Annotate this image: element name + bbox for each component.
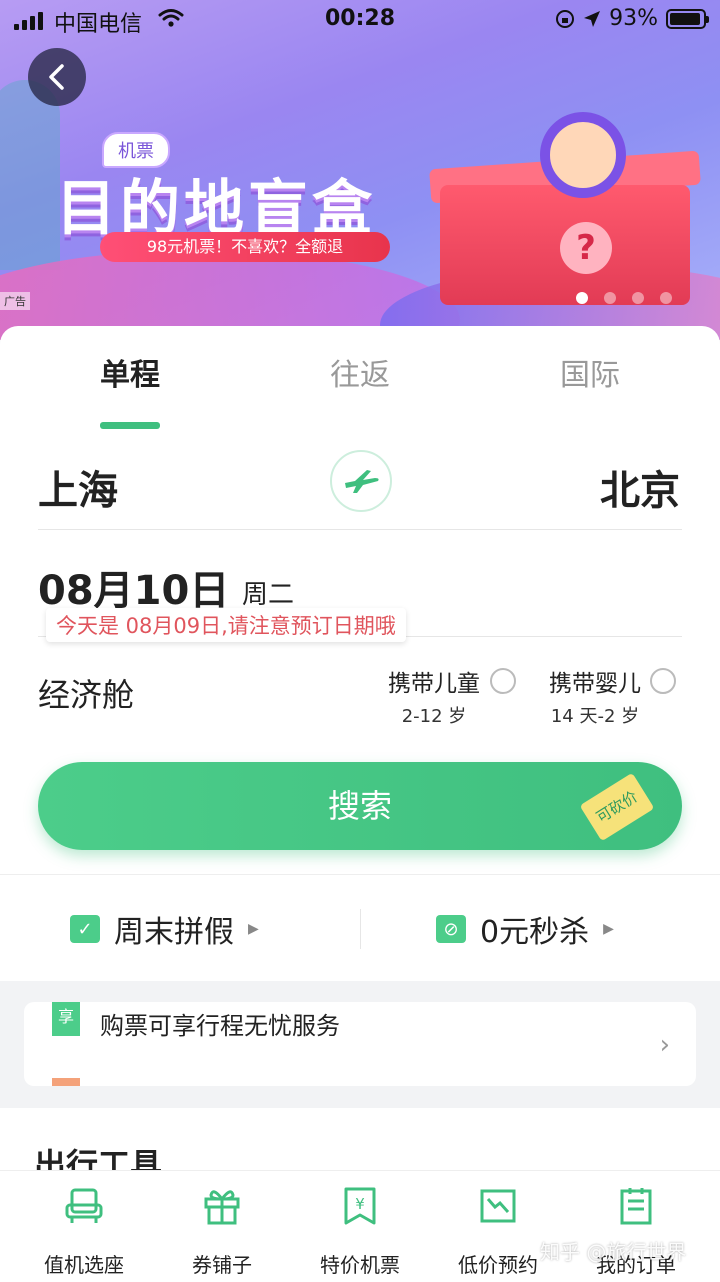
nav-label: 值机选座 xyxy=(44,1253,124,1277)
active-tab-indicator xyxy=(100,422,160,429)
question-mark-icon: ? xyxy=(560,222,612,274)
flash-sale-link[interactable]: ⊘ 0元秒杀 ▶ xyxy=(436,907,614,951)
ad-label: 广告 xyxy=(0,292,30,310)
nav-label: 券铺子 xyxy=(192,1253,252,1277)
flash-sale-label: 0元秒杀 xyxy=(480,915,590,950)
bottom-toolbar: 值机选座 券铺子 ¥ 特价机票 低价预约 我的订单 xyxy=(0,1170,720,1282)
battery-percent: 93% xyxy=(609,6,658,31)
order-list-icon xyxy=(620,1188,652,1225)
child-option[interactable]: 携带儿童 2-12 岁 xyxy=(386,664,482,728)
nav-special-fares[interactable]: ¥ 特价机票 xyxy=(290,1185,430,1278)
banner-subtitle: 98元机票！不喜欢？全额退 xyxy=(100,232,390,262)
chevron-left-icon xyxy=(49,64,64,90)
palm-decoration xyxy=(0,80,60,270)
service-text: 购票可享行程无忧服务 xyxy=(100,1012,340,1040)
gift-icon xyxy=(204,1190,240,1225)
infant-option[interactable]: 携带婴儿 14 天-2 岁 xyxy=(546,664,644,728)
divider xyxy=(38,529,682,530)
location-arrow-icon xyxy=(584,10,601,27)
rotation-lock-icon xyxy=(556,9,575,28)
departure-weekday: 周二 xyxy=(242,580,295,610)
battery-icon xyxy=(666,8,709,29)
tab-round-trip[interactable]: 往返 xyxy=(260,350,460,394)
child-option-label: 携带儿童 xyxy=(388,671,480,697)
departure-city[interactable]: 上海 xyxy=(38,458,118,516)
status-bar: 中国电信 00:28 93% xyxy=(0,0,720,40)
caret-right-icon: ▶ xyxy=(248,921,259,937)
nav-label: 特价机票 xyxy=(320,1253,400,1277)
infant-option-label: 携带婴儿 xyxy=(549,671,641,697)
weekend-trip-label: 周末拼假 xyxy=(114,915,234,950)
discount-tag-icon: ⊘ xyxy=(436,915,466,943)
price-trend-icon xyxy=(480,1189,516,1223)
arrival-city[interactable]: 北京 xyxy=(600,458,680,516)
cabin-class-selector[interactable]: 经济舱 xyxy=(38,670,134,716)
pagination-dot[interactable] xyxy=(660,292,672,304)
nav-coupons[interactable]: 券铺子 xyxy=(152,1185,292,1278)
service-notice[interactable]: 享 购票可享行程无忧服务 › xyxy=(24,1002,696,1086)
pagination-dot[interactable] xyxy=(604,292,616,304)
promo-row: ✓ 周末拼假 ▶ ⊘ 0元秒杀 ▶ xyxy=(0,874,720,981)
tab-one-way[interactable]: 单程 xyxy=(30,350,230,394)
tab-international[interactable]: 国际 xyxy=(490,350,690,394)
trip-type-tabs: 单程 往返 国际 xyxy=(0,350,720,429)
svg-text:¥: ¥ xyxy=(355,1195,365,1213)
infant-age-range: 14 天-2 岁 xyxy=(550,706,640,727)
chevron-right-icon: › xyxy=(659,1030,670,1060)
banner-pagination[interactable] xyxy=(576,292,672,304)
child-age-range: 2-12 岁 xyxy=(401,706,467,727)
seat-icon xyxy=(65,1188,103,1223)
price-bookmark-icon: ¥ xyxy=(344,1187,376,1225)
child-radio[interactable] xyxy=(490,668,516,694)
caret-right-icon: ▶ xyxy=(603,921,614,937)
swap-cities-button[interactable] xyxy=(330,450,392,512)
weekend-trip-link[interactable]: ✓ 周末拼假 ▶ xyxy=(70,907,259,951)
watermark: 知乎 @旅行世界 xyxy=(540,1240,687,1264)
airplane-icon xyxy=(345,470,379,493)
nav-checkin-seat[interactable]: 值机选座 xyxy=(14,1185,154,1278)
calendar-check-icon: ✓ xyxy=(70,915,100,943)
mascot-illustration xyxy=(540,112,626,198)
date-notice-tooltip: 今天是 08月09日,请注意预订日期哦 xyxy=(46,608,406,642)
pagination-dot[interactable] xyxy=(576,292,588,304)
flight-search-card: 单程 往返 国际 上海 北京 08月10日 周二 今天是 08月09日,请注意预… xyxy=(0,326,720,874)
secondary-badge xyxy=(52,1078,80,1086)
service-badge: 享 xyxy=(52,1002,80,1036)
battery-level xyxy=(670,12,700,25)
divider xyxy=(360,909,361,949)
pagination-dot[interactable] xyxy=(632,292,644,304)
promo-banner[interactable]: ? 机票 目的地盲盒 98元机票！不喜欢？全额退 广告 xyxy=(0,0,720,340)
infant-radio[interactable] xyxy=(650,668,676,694)
back-button[interactable] xyxy=(28,48,86,106)
